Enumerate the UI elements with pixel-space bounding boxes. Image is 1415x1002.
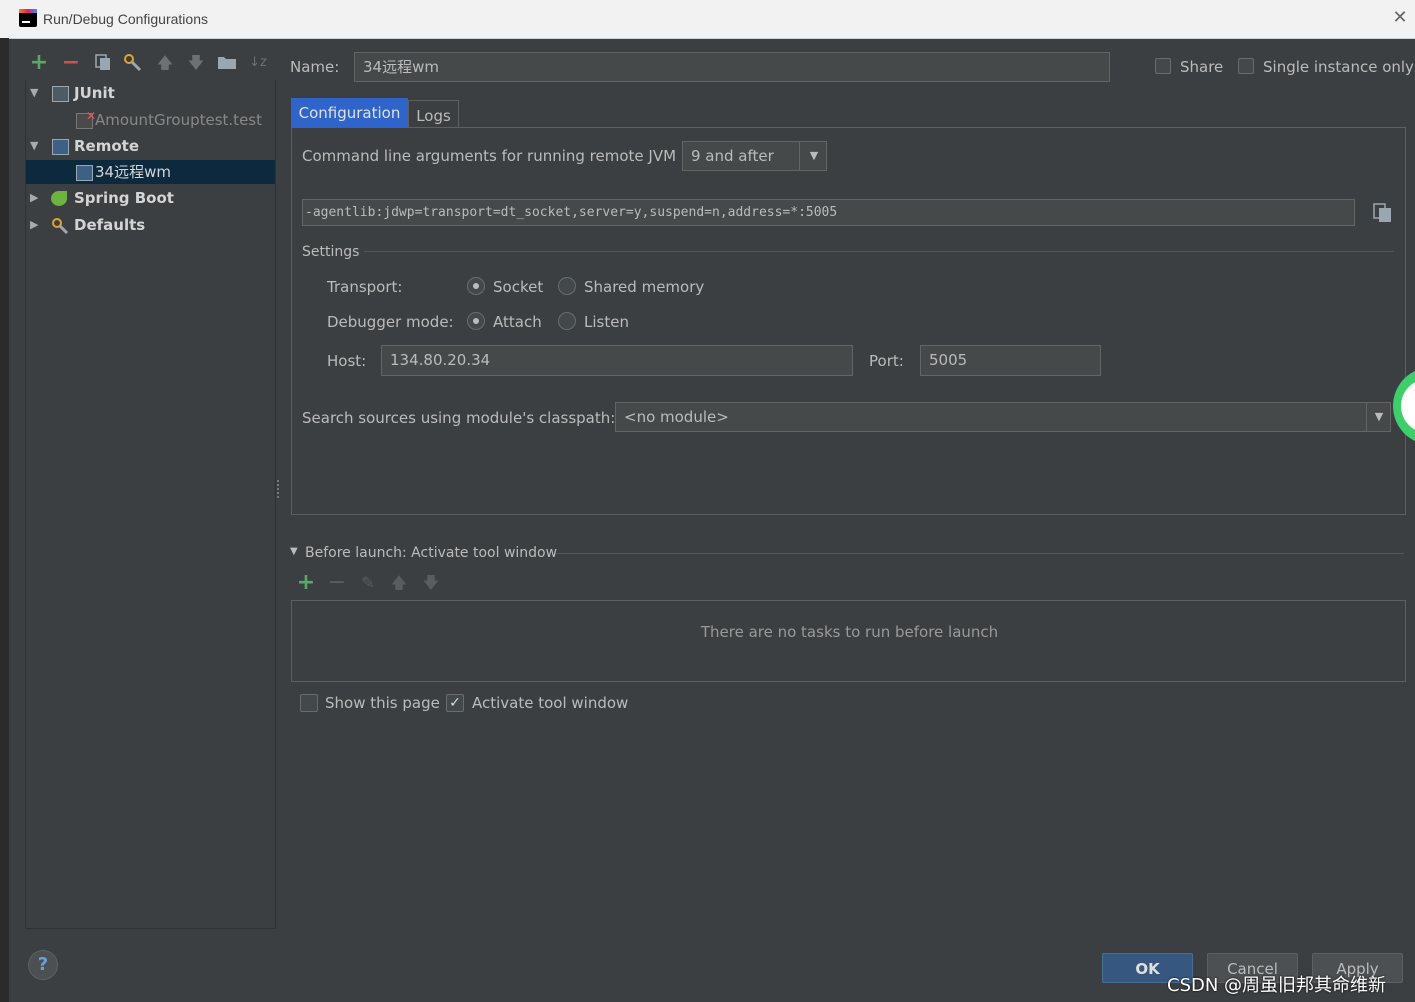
jvm-args-label: Command line arguments for running remot…: [302, 147, 677, 165]
show-page-checkbox[interactable]: [300, 694, 318, 712]
configuration-tree[interactable]: ▼ JUnit ✕ AmountGrouptest.test ▼ Remote …: [25, 80, 276, 929]
sort-icon[interactable]: ↓z: [248, 53, 268, 73]
move-up-icon[interactable]: 🡅: [389, 573, 409, 593]
transport-label: Transport:: [327, 278, 403, 296]
host-input[interactable]: 134.80.20.34: [381, 345, 853, 376]
debugger-attach-radio[interactable]: [467, 312, 485, 330]
spring-boot-icon: [51, 191, 67, 206]
jvm-version-select[interactable]: 9 and after ▼: [682, 141, 827, 171]
add-icon[interactable]: +: [29, 52, 49, 74]
tree-item-spring-boot[interactable]: ▶ Spring Boot: [26, 186, 275, 210]
host-label: Host:: [327, 352, 367, 370]
help-button[interactable]: ?: [28, 950, 58, 980]
transport-socket-radio[interactable]: [467, 277, 485, 295]
wrench-icon: [51, 217, 69, 242]
edit-task-icon[interactable]: ✎: [358, 573, 378, 593]
configuration-panel: [291, 127, 1406, 515]
transport-shared-memory-radio[interactable]: [558, 277, 576, 295]
share-checkbox[interactable]: [1155, 58, 1171, 74]
floating-widget-inner: [1401, 379, 1415, 433]
wrench-icon[interactable]: [123, 53, 143, 73]
tree-item-label: JUnit: [74, 84, 115, 102]
tree-item-34wm[interactable]: 34远程wm: [26, 160, 275, 184]
window-title-bar: Run/Debug Configurations ✕: [0, 0, 1415, 39]
module-select[interactable]: <no module> ▼: [615, 402, 1391, 432]
move-down-icon[interactable]: 🡇: [421, 573, 441, 593]
remove-icon[interactable]: −: [61, 52, 81, 74]
debugger-listen-radio[interactable]: [558, 312, 576, 330]
module-classpath-label: Search sources using module's classpath:: [302, 409, 616, 427]
add-task-icon[interactable]: +: [296, 572, 316, 594]
splitter-handle[interactable]: [277, 480, 283, 498]
tree-item-label: Spring Boot: [74, 189, 174, 207]
module-select-value: <no module>: [624, 408, 729, 426]
settings-title: Settings: [302, 244, 360, 260]
tree-item-label: AmountGrouptest.test: [95, 111, 262, 129]
watermark-text: CSDN @周虽旧邦其命维新: [1167, 975, 1387, 996]
before-launch-task-list[interactable]: There are no tasks to run before launch: [291, 600, 1406, 682]
collapse-arrow-icon[interactable]: ▼: [290, 546, 298, 557]
close-icon[interactable]: ✕: [1390, 8, 1410, 28]
tree-item-remote[interactable]: ▼ Remote: [26, 134, 275, 158]
port-input[interactable]: 5005: [920, 345, 1101, 376]
activate-tool-window-label: Activate tool window: [472, 694, 629, 712]
before-launch-title: Before launch: Activate tool window: [305, 545, 558, 561]
debugger-mode-label: Debugger mode:: [327, 313, 454, 331]
chevron-down-icon[interactable]: ▼: [799, 142, 828, 170]
remove-task-icon[interactable]: −: [327, 572, 347, 594]
expand-arrow-icon[interactable]: ▼: [30, 134, 38, 158]
debugger-listen-label: Listen: [584, 313, 629, 331]
background-window-edge: [0, 38, 9, 1002]
window-title: Run/Debug Configurations: [43, 11, 208, 27]
show-page-label: Show this page: [325, 694, 440, 712]
single-instance-checkbox[interactable]: [1238, 58, 1254, 74]
transport-socket-label: Socket: [493, 278, 544, 296]
collapse-arrow-icon[interactable]: ▶: [30, 213, 38, 237]
debugger-attach-label: Attach: [493, 313, 542, 331]
arrow-up-icon[interactable]: 🡅: [155, 53, 175, 73]
tab-configuration[interactable]: Configuration: [291, 98, 408, 128]
activate-tool-window-checkbox[interactable]: ✓: [446, 694, 464, 712]
junit-icon: [52, 86, 69, 102]
jvm-args-field[interactable]: -agentlib:jdwp=transport=dt_socket,serve…: [302, 199, 1355, 226]
empty-tasks-text: There are no tasks to run before launch: [700, 623, 999, 641]
share-label: Share: [1180, 58, 1224, 76]
chevron-down-icon[interactable]: ▼: [1366, 403, 1391, 431]
tree-item-label: Defaults: [74, 216, 146, 234]
remote-icon: [76, 165, 93, 181]
tree-item-label: 34远程wm: [95, 163, 171, 181]
copy-icon[interactable]: [1373, 203, 1393, 227]
arrow-down-icon[interactable]: 🡇: [186, 53, 206, 73]
collapse-arrow-icon[interactable]: ▶: [30, 186, 38, 210]
intellij-logo-icon: [19, 9, 37, 27]
tree-item-defaults[interactable]: ▶ Defaults: [26, 213, 275, 237]
name-label: Name:: [290, 58, 340, 76]
remote-icon: [52, 139, 69, 155]
copy-icon[interactable]: [93, 53, 113, 73]
transport-shared-memory-label: Shared memory: [584, 278, 705, 296]
tree-item-junit[interactable]: ▼ JUnit: [26, 81, 275, 105]
port-label: Port:: [869, 352, 904, 370]
tree-item-amountgrouptest[interactable]: ✕ AmountGrouptest.test: [26, 108, 275, 132]
tab-logs[interactable]: Logs: [408, 100, 459, 128]
expand-arrow-icon[interactable]: ▼: [30, 81, 38, 105]
tree-item-label: Remote: [74, 137, 140, 155]
folder-icon[interactable]: [217, 53, 237, 73]
before-launch-separator: [556, 553, 1404, 554]
single-instance-label: Single instance only: [1263, 58, 1414, 76]
settings-separator: [364, 251, 1394, 252]
name-input[interactable]: 34远程wm: [354, 52, 1110, 82]
jvm-version-value: 9 and after: [691, 147, 774, 165]
